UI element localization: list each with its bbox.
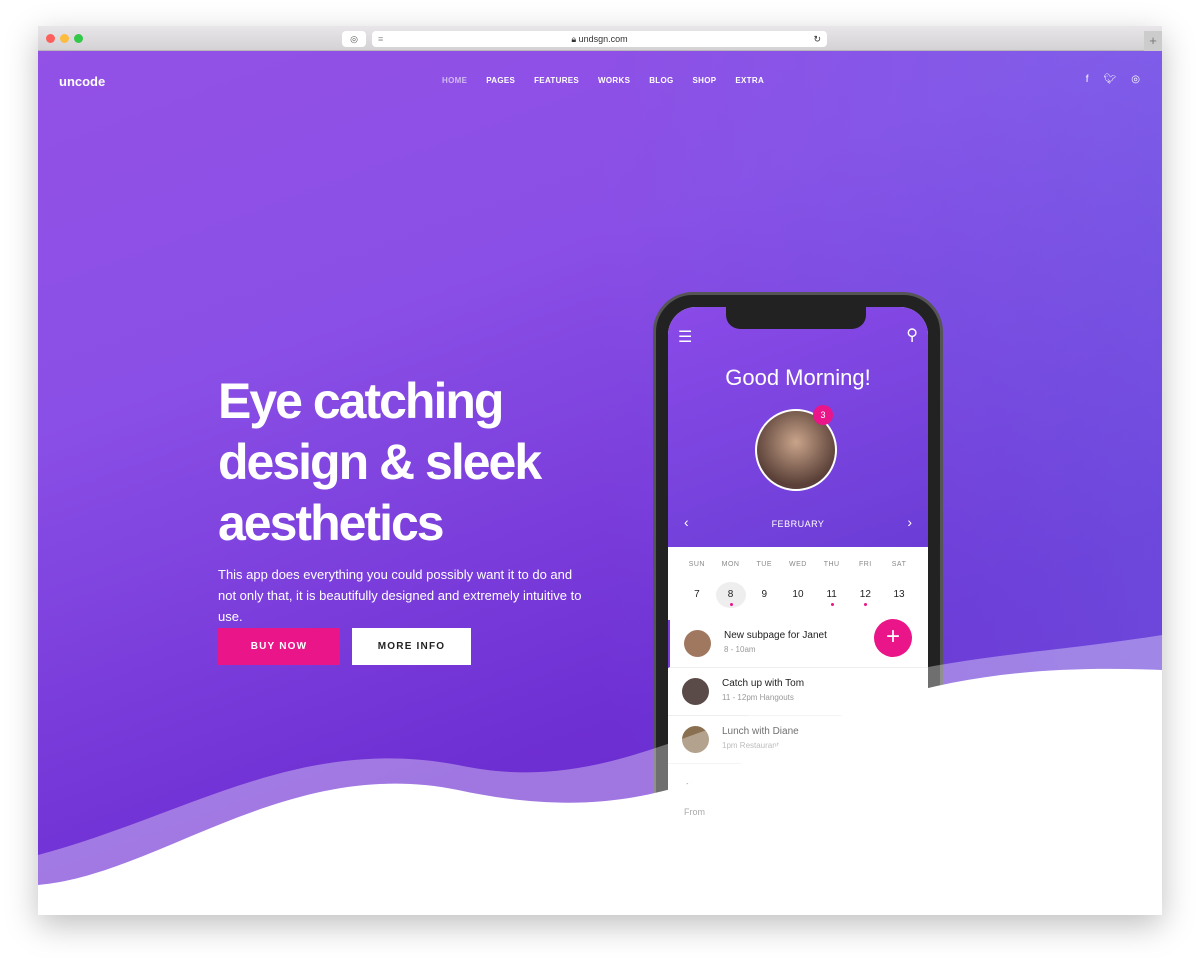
app-header: ☰ ⚲ Good Morning! 3 ‹ FEBRUARY ›	[668, 307, 928, 547]
browser-toolbar: ◎ 🔒︎ undsgn.com ↻ ≡ +	[38, 26, 1162, 51]
nav-home[interactable]: HOME	[442, 76, 467, 85]
chevron-right-icon: ›	[907, 514, 912, 530]
maximize-button[interactable]	[74, 34, 83, 43]
menu-icon: ☰	[678, 329, 693, 346]
dribbble-icon[interactable]: ◎	[1131, 74, 1140, 85]
day-name: MON	[721, 561, 740, 568]
day-number: 8	[715, 582, 746, 608]
week-strip: SUN 7 MON 8 TUE 9 WED 10 THU 11 FRI 12 SAT 13	[668, 561, 928, 608]
day: WED 10	[783, 561, 813, 608]
day-number: 10	[792, 589, 804, 600]
reader-icon[interactable]: ≡	[378, 31, 383, 47]
reload-icon[interactable]: ↻	[813, 31, 821, 47]
address-bar[interactable]: 🔒︎ undsgn.com ↻ ≡	[372, 31, 827, 47]
new-tab-button[interactable]: +	[1144, 31, 1162, 51]
day-number: 13	[893, 589, 905, 600]
nav-pages[interactable]: PAGES	[486, 76, 515, 85]
lock-icon: 🔒︎	[571, 34, 577, 44]
main-nav: HOME PAGES FEATURES WORKS BLOG SHOP EXTR…	[442, 76, 764, 85]
day-number: 7	[694, 589, 700, 600]
day-name: FRI	[858, 561, 872, 568]
day-name: SAT	[891, 561, 907, 568]
url-text: undsgn.com	[578, 34, 628, 44]
browser-window: ◎ 🔒︎ undsgn.com ↻ ≡ + uncode HOME PAGES FE…	[38, 26, 1162, 915]
day: SAT 13	[884, 561, 914, 608]
search-icon: ⚲	[906, 327, 918, 344]
day: TUE 9	[749, 561, 779, 608]
nav-works[interactable]: WORKS	[598, 76, 630, 85]
day-number: 9	[761, 589, 768, 600]
from-label: From	[684, 807, 705, 817]
notification-badge: 3	[813, 405, 833, 425]
day-number-text: 11	[826, 589, 837, 600]
day: THU 11	[817, 561, 847, 608]
day-name: SUN	[688, 561, 705, 568]
close-button[interactable]	[46, 34, 55, 43]
greeting: Good Morning!	[725, 365, 871, 390]
facebook-icon[interactable]: f	[1086, 74, 1089, 85]
extension-icon[interactable]: ◎	[342, 31, 366, 47]
day-number: 12	[850, 582, 880, 608]
logo[interactable]: uncode	[59, 74, 105, 89]
nav-features[interactable]: FEATURES	[534, 76, 579, 85]
nav-shop[interactable]: SHOP	[693, 76, 717, 85]
day: FRI 12	[850, 561, 880, 608]
phone-notch	[726, 307, 866, 329]
event-dot	[729, 603, 733, 606]
day-number: 11	[817, 582, 847, 608]
day-number-text: 8	[727, 589, 734, 600]
day-number-text: 12	[859, 589, 871, 600]
nav-blog[interactable]: BLOG	[649, 76, 673, 85]
day-name: THU	[823, 561, 840, 568]
month-label: FEBRUARY	[771, 519, 825, 529]
day: MON 8	[715, 561, 746, 608]
hero-section: uncode HOME PAGES FEATURES WORKS BLOG SH…	[38, 51, 1162, 915]
wave-divider	[38, 635, 1162, 915]
social-links: f 🐦︎ ◎	[1086, 74, 1140, 85]
twitter-icon[interactable]: 🐦︎	[1104, 74, 1117, 85]
hero-title: Eye catching design & sleek aesthetics	[218, 373, 542, 551]
day-name: TUE	[756, 561, 772, 568]
day: SUN 7	[682, 561, 712, 608]
day-name: WED	[789, 561, 807, 568]
nav-extra[interactable]: EXTRA	[735, 76, 764, 85]
event-dot	[864, 603, 868, 606]
event-dot	[830, 603, 834, 606]
minimize-button[interactable]	[60, 34, 69, 43]
